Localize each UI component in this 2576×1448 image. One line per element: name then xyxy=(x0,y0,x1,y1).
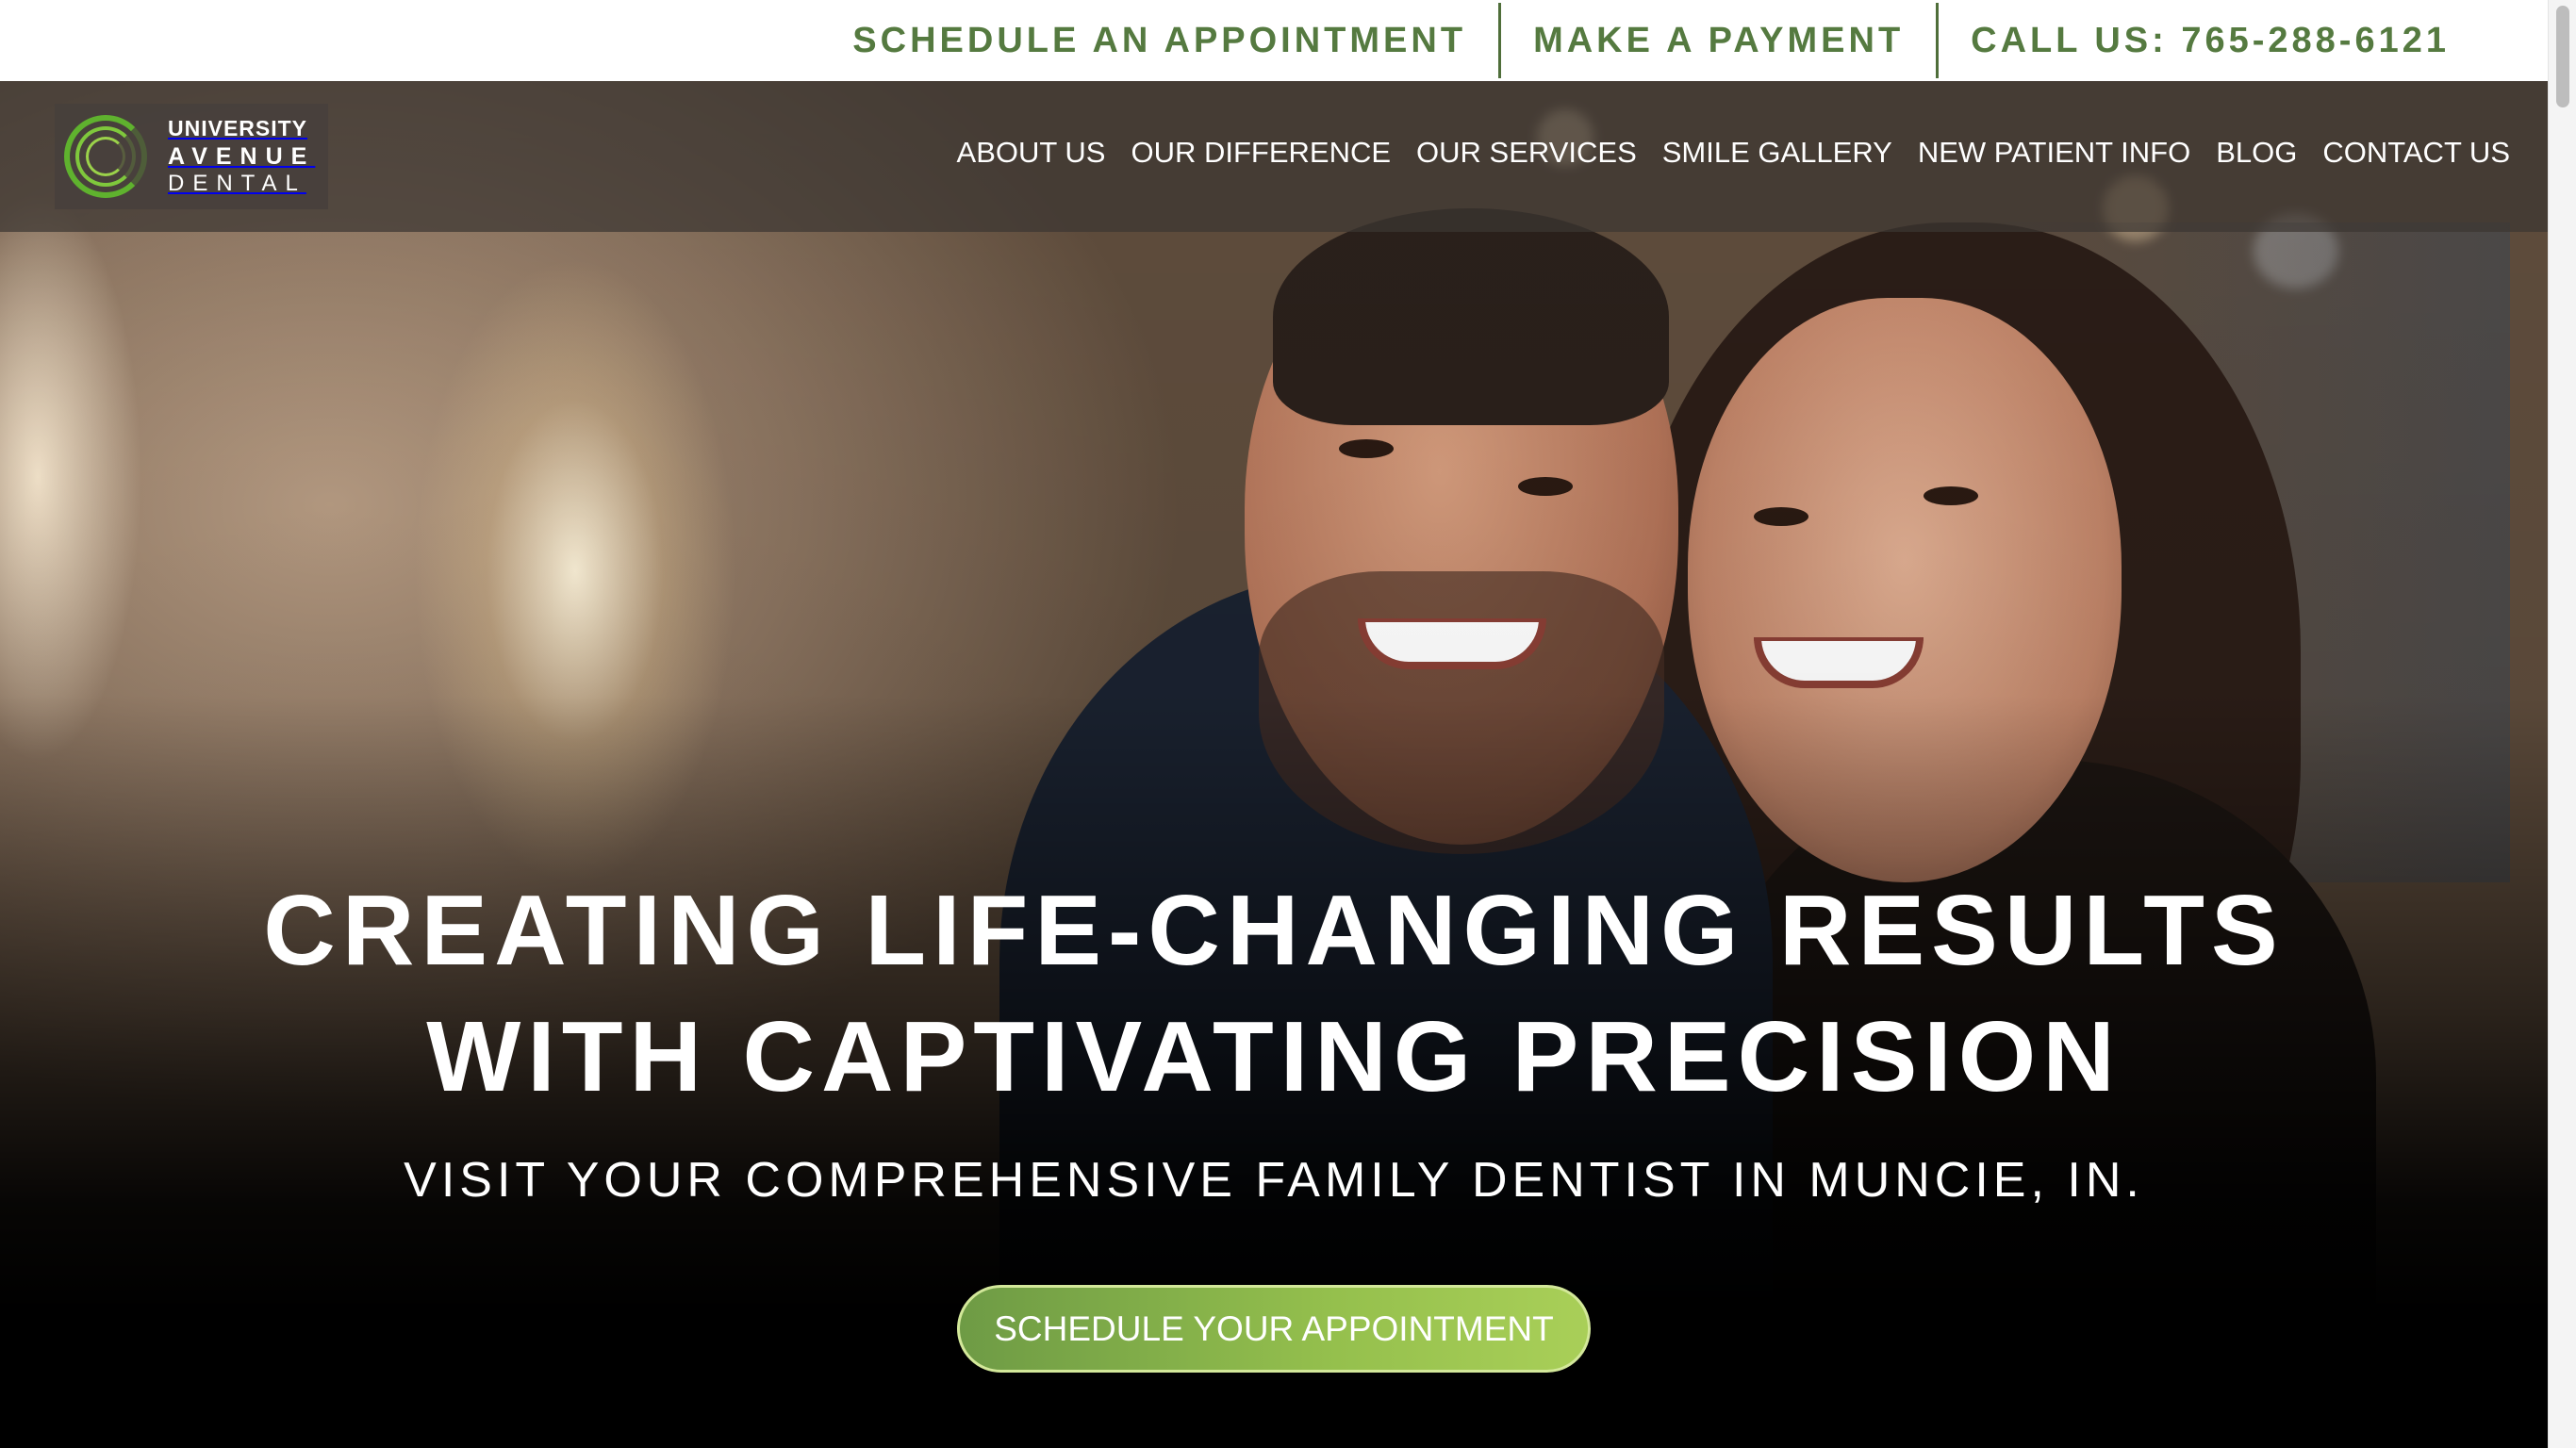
hero-section xyxy=(0,81,2548,1448)
hero-subheadline: VISIT YOUR COMPREHENSIVE FAMILY DENTIST … xyxy=(404,1153,2144,1208)
hero-gradient xyxy=(0,81,2548,1448)
site-logo[interactable]: UNIVERSITY AVENUE DENTAL xyxy=(55,104,328,209)
nav-blog[interactable]: BLOG xyxy=(2216,136,2297,170)
call-us-link[interactable]: CALL US: 765-288-6121 xyxy=(1939,3,2482,78)
make-payment-link[interactable]: MAKE A PAYMENT xyxy=(1501,3,1936,78)
nav-new-patient-info[interactable]: NEW PATIENT INFO xyxy=(1918,136,2190,170)
nav-our-difference[interactable]: OUR DIFFERENCE xyxy=(1131,136,1391,170)
logo-line-3: DENTAL xyxy=(168,171,306,196)
ring-inner xyxy=(86,137,125,176)
main-navbar: UNIVERSITY AVENUE DENTAL ABOUT US OUR DI… xyxy=(0,81,2548,232)
schedule-appointment-button[interactable]: SCHEDULE YOUR APPOINTMENT xyxy=(957,1285,1591,1373)
scrollbar-thumb[interactable] xyxy=(2556,6,2569,107)
scrollbar[interactable] xyxy=(2548,0,2576,1448)
logo-line-1: UNIVERSITY xyxy=(168,116,308,140)
nav-contact-us[interactable]: CONTACT US xyxy=(2322,136,2510,170)
schedule-appointment-link[interactable]: SCHEDULE AN APPOINTMENT xyxy=(820,3,1498,78)
logo-text: UNIVERSITY AVENUE DENTAL xyxy=(168,118,315,195)
headline-line-2: WITH CAPTIVATING PRECISION xyxy=(426,1001,2122,1112)
nav-about-us[interactable]: ABOUT US xyxy=(957,136,1106,170)
logo-ring-icon xyxy=(60,109,155,204)
primary-nav: ABOUT US OUR DIFFERENCE OUR SERVICES SMI… xyxy=(957,136,2510,170)
page: SCHEDULE AN APPOINTMENT MAKE A PAYMENT C… xyxy=(0,0,2576,1448)
headline-line-1: CREATING LIFE-CHANGING RESULTS xyxy=(263,875,2285,986)
logo-line-2: AVENUE xyxy=(168,143,316,170)
nav-our-services[interactable]: OUR SERVICES xyxy=(1416,136,1637,170)
hero-headline: CREATING LIFE-CHANGING RESULTS WITH CAPT… xyxy=(0,867,2548,1120)
utility-bar: SCHEDULE AN APPOINTMENT MAKE A PAYMENT C… xyxy=(0,0,2548,81)
nav-smile-gallery[interactable]: SMILE GALLERY xyxy=(1662,136,1892,170)
